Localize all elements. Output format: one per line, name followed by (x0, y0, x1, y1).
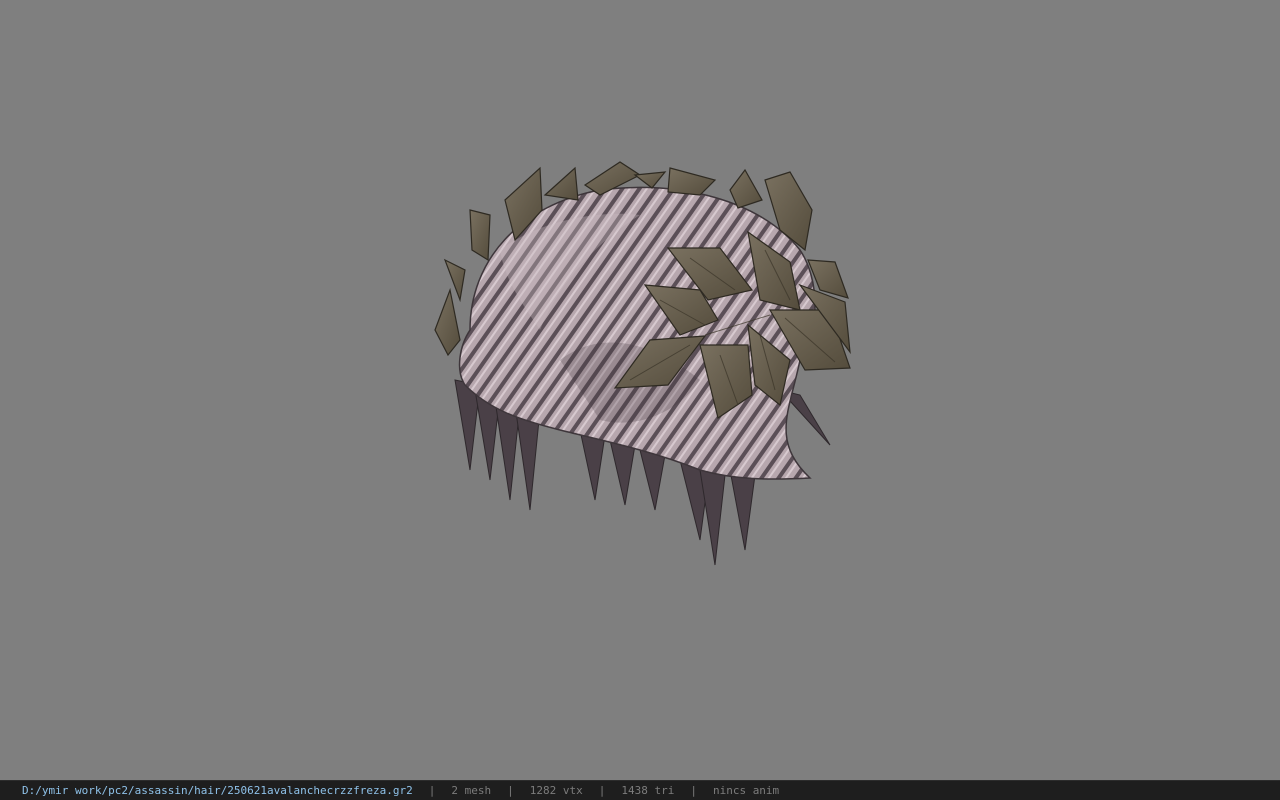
hair-model-render (434, 161, 851, 566)
file-path: D:/ymir work/pc2/assassin/hair/250621ava… (22, 784, 413, 797)
separator: | (428, 784, 436, 797)
separator: | (507, 784, 514, 797)
animation-status: nincs anim (712, 784, 780, 797)
mesh-count: 2 mesh (451, 784, 492, 797)
separator: | (598, 784, 606, 797)
3d-viewport[interactable] (0, 0, 1280, 780)
separator: | (690, 784, 697, 797)
triangle-count: 1438 tri (621, 784, 675, 797)
status-bar: D:/ymir work/pc2/assassin/hair/250621ava… (0, 780, 1280, 800)
vertex-count: 1282 vtx (529, 784, 583, 797)
